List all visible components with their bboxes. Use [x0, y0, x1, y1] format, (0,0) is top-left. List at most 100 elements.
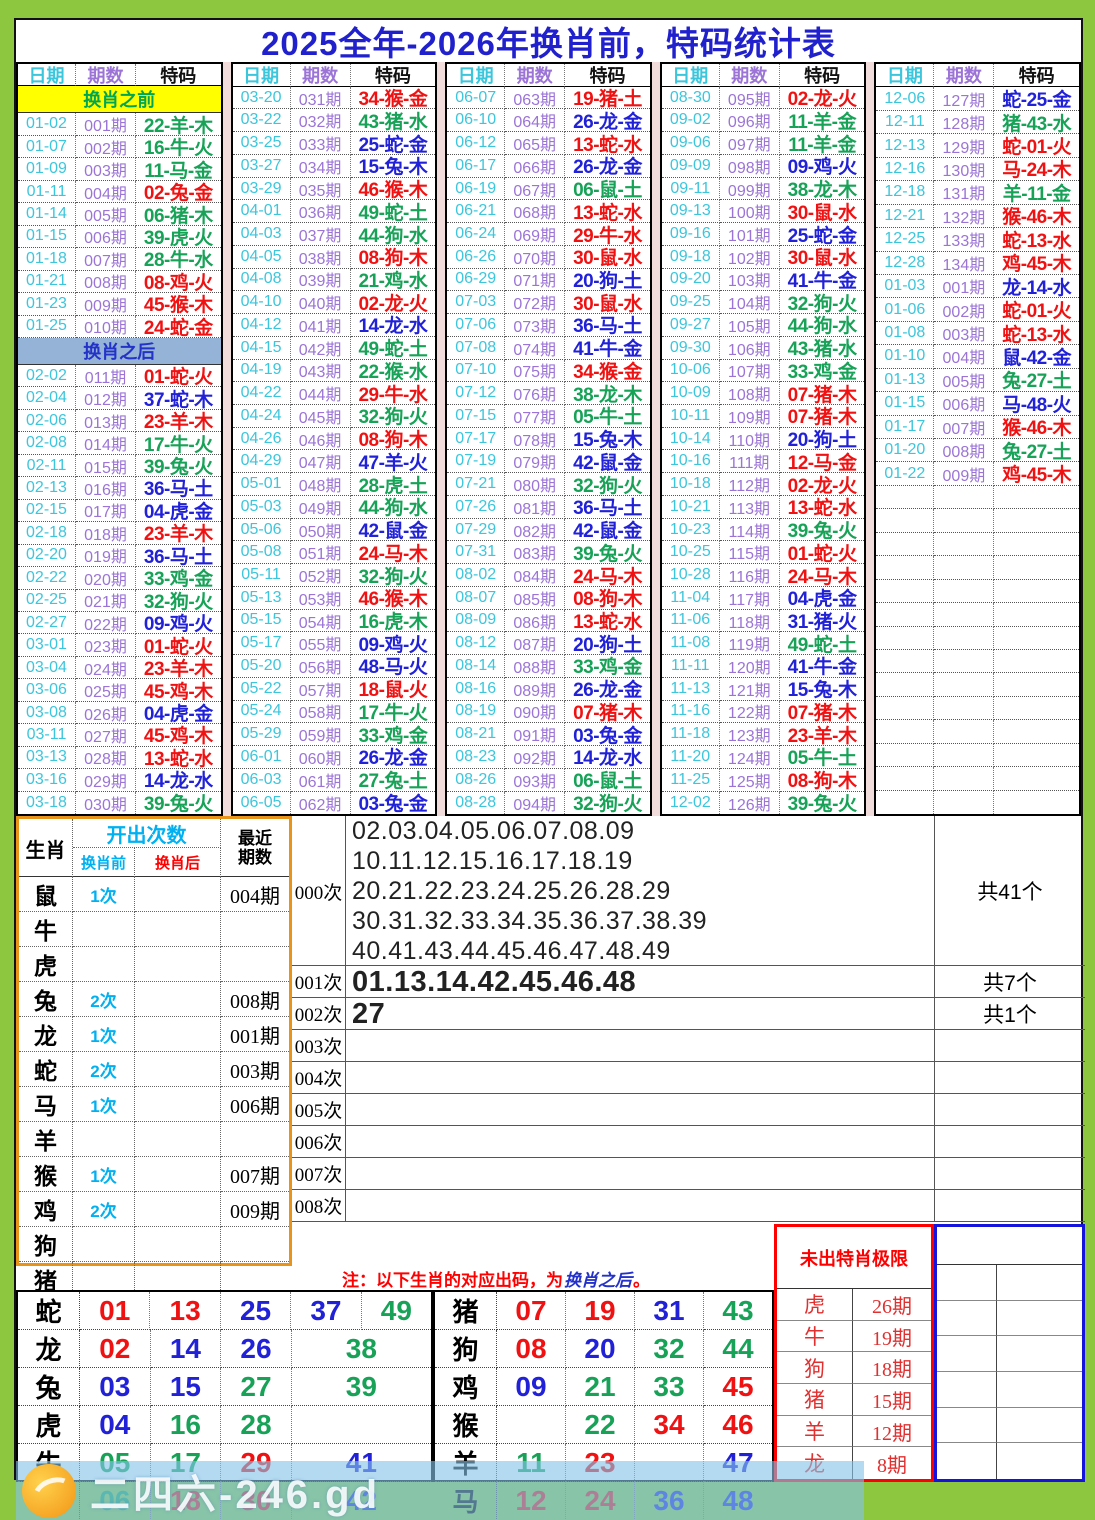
- limit-row: 牛19期: [777, 1321, 931, 1353]
- period-cell: [934, 697, 994, 720]
- date-cell: 07-26: [447, 496, 505, 519]
- date-cell: 07-29: [447, 519, 505, 542]
- code-cell: [994, 627, 1079, 650]
- table-row: 11-16122期07-猪-木: [662, 701, 865, 724]
- table-row: 03-04024期23-羊-木: [18, 657, 221, 679]
- code-cell: 39-兔-火: [136, 792, 221, 814]
- count-row: 002次27共1个: [292, 998, 1085, 1030]
- period-cell: [934, 556, 994, 579]
- table-row: 03-27034期15-兔-木: [233, 155, 436, 178]
- date-cell: 03-13: [18, 747, 76, 769]
- period-cell: 104期: [720, 291, 780, 314]
- date-cell: 03-27: [233, 155, 291, 178]
- count-row: 004次: [292, 1062, 1085, 1094]
- code-cell: 38-龙-木: [565, 382, 650, 405]
- bottom-number-cell: 09: [497, 1368, 566, 1406]
- period-cell: 072期: [505, 291, 565, 314]
- period-cell: 034期: [291, 155, 351, 178]
- period-cell: 124期: [720, 746, 780, 769]
- blue-box-cell: [937, 1408, 997, 1444]
- limit-row: 羊12期: [777, 1416, 931, 1448]
- period-cell: 106期: [720, 337, 780, 360]
- code-cell: 鸡-45-木: [994, 252, 1079, 275]
- period-cell: 112期: [720, 473, 780, 496]
- bottom-number-cell: 38: [292, 1330, 431, 1368]
- period-cell: 060期: [291, 746, 351, 769]
- period-cell: 047期: [291, 450, 351, 473]
- period-cell: 078期: [505, 428, 565, 451]
- date-cell: 06-26: [447, 246, 505, 269]
- date-cell: 03-29: [233, 178, 291, 201]
- period-cell: 099期: [720, 178, 780, 201]
- stats-row: 狗: [19, 1227, 289, 1262]
- blue-box-cell: [937, 1336, 997, 1372]
- table-row: 04-29047期47-羊-火: [233, 450, 436, 473]
- table-row: 01-22009期鸡-45-木: [876, 462, 1079, 485]
- date-cell: 05-20: [233, 655, 291, 678]
- code-cell: 19-猪-土: [565, 87, 650, 110]
- period-cell: [934, 533, 994, 556]
- table-row: 01-10004期鼠-42-金: [876, 345, 1079, 368]
- period-cell: 132期: [934, 205, 994, 228]
- date-cell: 04-15: [233, 337, 291, 360]
- limit-periods: 19期: [853, 1321, 931, 1353]
- date-cell: 07-19: [447, 450, 505, 473]
- code-cell: 36-马-土: [136, 545, 221, 567]
- bottom-number-cell: 26: [221, 1330, 292, 1368]
- blue-box-cell: [937, 1301, 997, 1337]
- after-switch-header: 换肖后: [135, 848, 221, 877]
- period-cell: 039期: [291, 269, 351, 292]
- table-row: 01-02001期22-羊-木: [18, 113, 221, 135]
- code-cell: 16-虎-木: [351, 610, 436, 633]
- period-cell: [934, 720, 994, 743]
- date-cell: 08-14: [447, 655, 505, 678]
- code-cell: 33-鸡-金: [351, 723, 436, 746]
- table-row: 06-05062期03-兔-金: [233, 792, 436, 815]
- period-cell: 114期: [720, 519, 780, 542]
- period-cell: 128期: [934, 111, 994, 134]
- code-cell: 03-兔-金: [565, 723, 650, 746]
- code-cell: 21-鸡-水: [351, 269, 436, 292]
- numbers-line: 20.21.22.23.24.25.26.28.29: [352, 876, 934, 906]
- code-cell: 14-龙-水: [351, 314, 436, 337]
- code-cell: 24-马-木: [351, 541, 436, 564]
- period-cell: 076期: [505, 382, 565, 405]
- date-cell: 12-13: [876, 134, 934, 157]
- table-row: [876, 720, 1079, 743]
- code-cell: 39-兔-火: [136, 455, 221, 477]
- table-row: 08-07085期08-狗-木: [447, 587, 650, 610]
- numbers-line: 27: [352, 999, 934, 1029]
- blue-box-row: [937, 1265, 1082, 1301]
- table-row: 09-18102期30-鼠-水: [662, 246, 865, 269]
- table-row: 06-21068期13-蛇-水: [447, 200, 650, 223]
- date-cell: 10-09: [662, 382, 720, 405]
- code-cell: 27-兔-土: [351, 769, 436, 792]
- after-count: [135, 1087, 221, 1122]
- count-label: 006次: [292, 1126, 346, 1157]
- count-numbers: 02.03.04.05.06.07.08.0910.11.12.15.16.17…: [346, 816, 934, 966]
- bottom-number-cell: 14: [151, 1330, 222, 1368]
- code-cell: 08-狗-木: [780, 769, 865, 792]
- date-cell: 01-22: [876, 462, 934, 485]
- date-cell: 02-27: [18, 612, 76, 634]
- code-cell: 15-兔-木: [351, 155, 436, 178]
- after-count: [135, 1157, 221, 1192]
- bottom-number-cell: 20: [566, 1330, 635, 1368]
- date-cell: 01-06: [876, 298, 934, 321]
- table-row: 08-23092期14-龙-水: [447, 746, 650, 769]
- before-count: [73, 947, 135, 982]
- date-cell: 10-21: [662, 496, 720, 519]
- table-row: 04-22044期29-牛-水: [233, 382, 436, 405]
- date-cell: 08-26: [447, 769, 505, 792]
- date-cell: 04-22: [233, 382, 291, 405]
- period-cell: 054期: [291, 610, 351, 633]
- period-cell: 126期: [720, 792, 780, 815]
- date-cell: 04-12: [233, 314, 291, 337]
- date-cell: 11-16: [662, 701, 720, 724]
- code-cell: 23-羊-木: [136, 410, 221, 432]
- table-row: [876, 650, 1079, 673]
- table-row: 07-29082期42-鼠-金: [447, 519, 650, 542]
- code-cell: 蛇-13-水: [994, 322, 1079, 345]
- period-cell: 037期: [291, 223, 351, 246]
- numbers-line: 01.13.14.42.45.46.48: [352, 967, 934, 997]
